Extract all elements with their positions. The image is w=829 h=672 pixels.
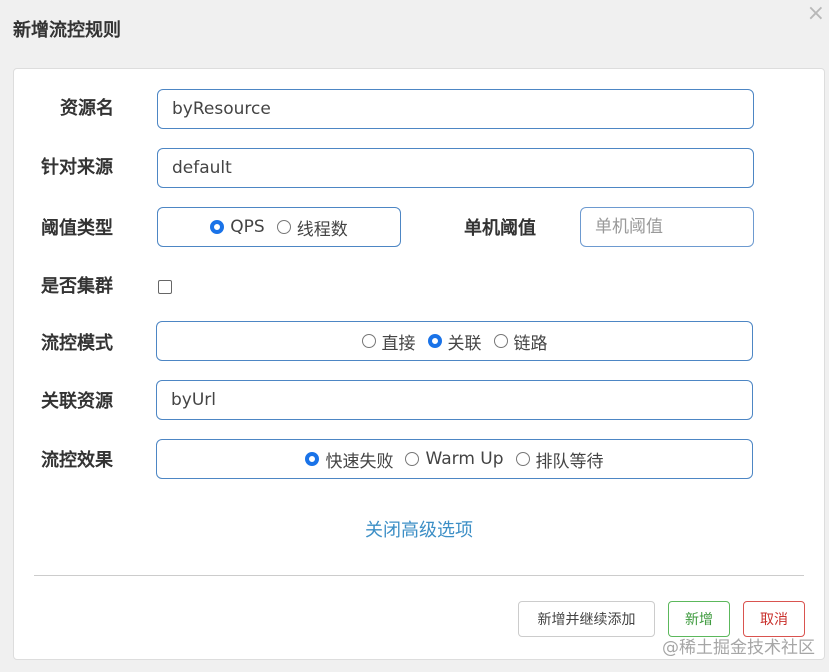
radio-thread-count-label: 线程数: [296, 219, 348, 240]
radio-checked-icon: [427, 334, 442, 348]
single-threshold-label: 单机阈值: [464, 218, 536, 239]
divider: [34, 575, 804, 576]
radio-qps-label: QPS: [230, 217, 265, 237]
ref-resource-input[interactable]: byUrl: [156, 380, 753, 420]
radio-unchecked-icon: [276, 220, 291, 234]
radio-direct-label: 直接: [381, 333, 416, 354]
cluster-checkbox[interactable]: [158, 280, 172, 294]
single-threshold-input[interactable]: 单机阈值: [580, 207, 754, 247]
radio-fast-fail[interactable]: 快速失败: [305, 447, 393, 472]
threshold-type-radio-group: QPS 线程数: [157, 207, 401, 247]
form-panel: 资源名 byResource 针对来源 default 阈值类型 QPS 线程数…: [13, 68, 825, 660]
ref-resource-label: 关联资源: [41, 391, 113, 412]
flow-effect-radio-group: 快速失败 Warm Up 排队等待: [156, 439, 753, 479]
radio-thread-count[interactable]: 线程数: [276, 215, 348, 240]
add-button[interactable]: 新增: [668, 601, 730, 637]
limit-app-label: 针对来源: [41, 157, 113, 178]
radio-queue-label: 排队等待: [535, 451, 604, 472]
resource-name-label: 资源名: [60, 98, 114, 119]
radio-unchecked-icon: [515, 452, 530, 466]
radio-queue[interactable]: 排队等待: [515, 447, 604, 472]
radio-qps[interactable]: QPS: [210, 217, 265, 237]
cluster-label: 是否集群: [41, 276, 113, 297]
radio-relate-label: 关联: [447, 333, 482, 354]
radio-unchecked-icon: [405, 452, 420, 466]
flow-mode-label: 流控模式: [41, 333, 113, 354]
radio-relate[interactable]: 关联: [427, 329, 482, 354]
radio-unchecked-icon: [493, 334, 508, 348]
radio-unchecked-icon: [361, 334, 376, 348]
add-and-continue-button[interactable]: 新增并继续添加: [518, 601, 655, 637]
radio-checked-icon: [305, 452, 320, 466]
resource-name-input[interactable]: byResource: [157, 89, 754, 129]
cancel-button[interactable]: 取消: [743, 601, 805, 637]
close-icon[interactable]: ×: [807, 2, 825, 26]
radio-chain-label: 链路: [513, 333, 548, 354]
watermark: @稀土掘金技术社区: [662, 638, 815, 658]
limit-app-input[interactable]: default: [157, 148, 754, 188]
dialog-title: 新增流控规则: [13, 20, 121, 41]
toggle-advanced-options-link[interactable]: 关闭高级选项: [14, 516, 824, 542]
radio-chain[interactable]: 链路: [493, 329, 548, 354]
flow-mode-radio-group: 直接 关联 链路: [156, 321, 753, 361]
radio-direct[interactable]: 直接: [361, 329, 416, 354]
radio-fast-fail-label: 快速失败: [325, 451, 394, 472]
radio-warm-up-label: Warm Up: [425, 449, 504, 469]
radio-warm-up[interactable]: Warm Up: [405, 449, 504, 469]
flow-effect-label: 流控效果: [41, 450, 113, 471]
threshold-type-label: 阈值类型: [41, 218, 113, 239]
radio-checked-icon: [210, 220, 225, 234]
